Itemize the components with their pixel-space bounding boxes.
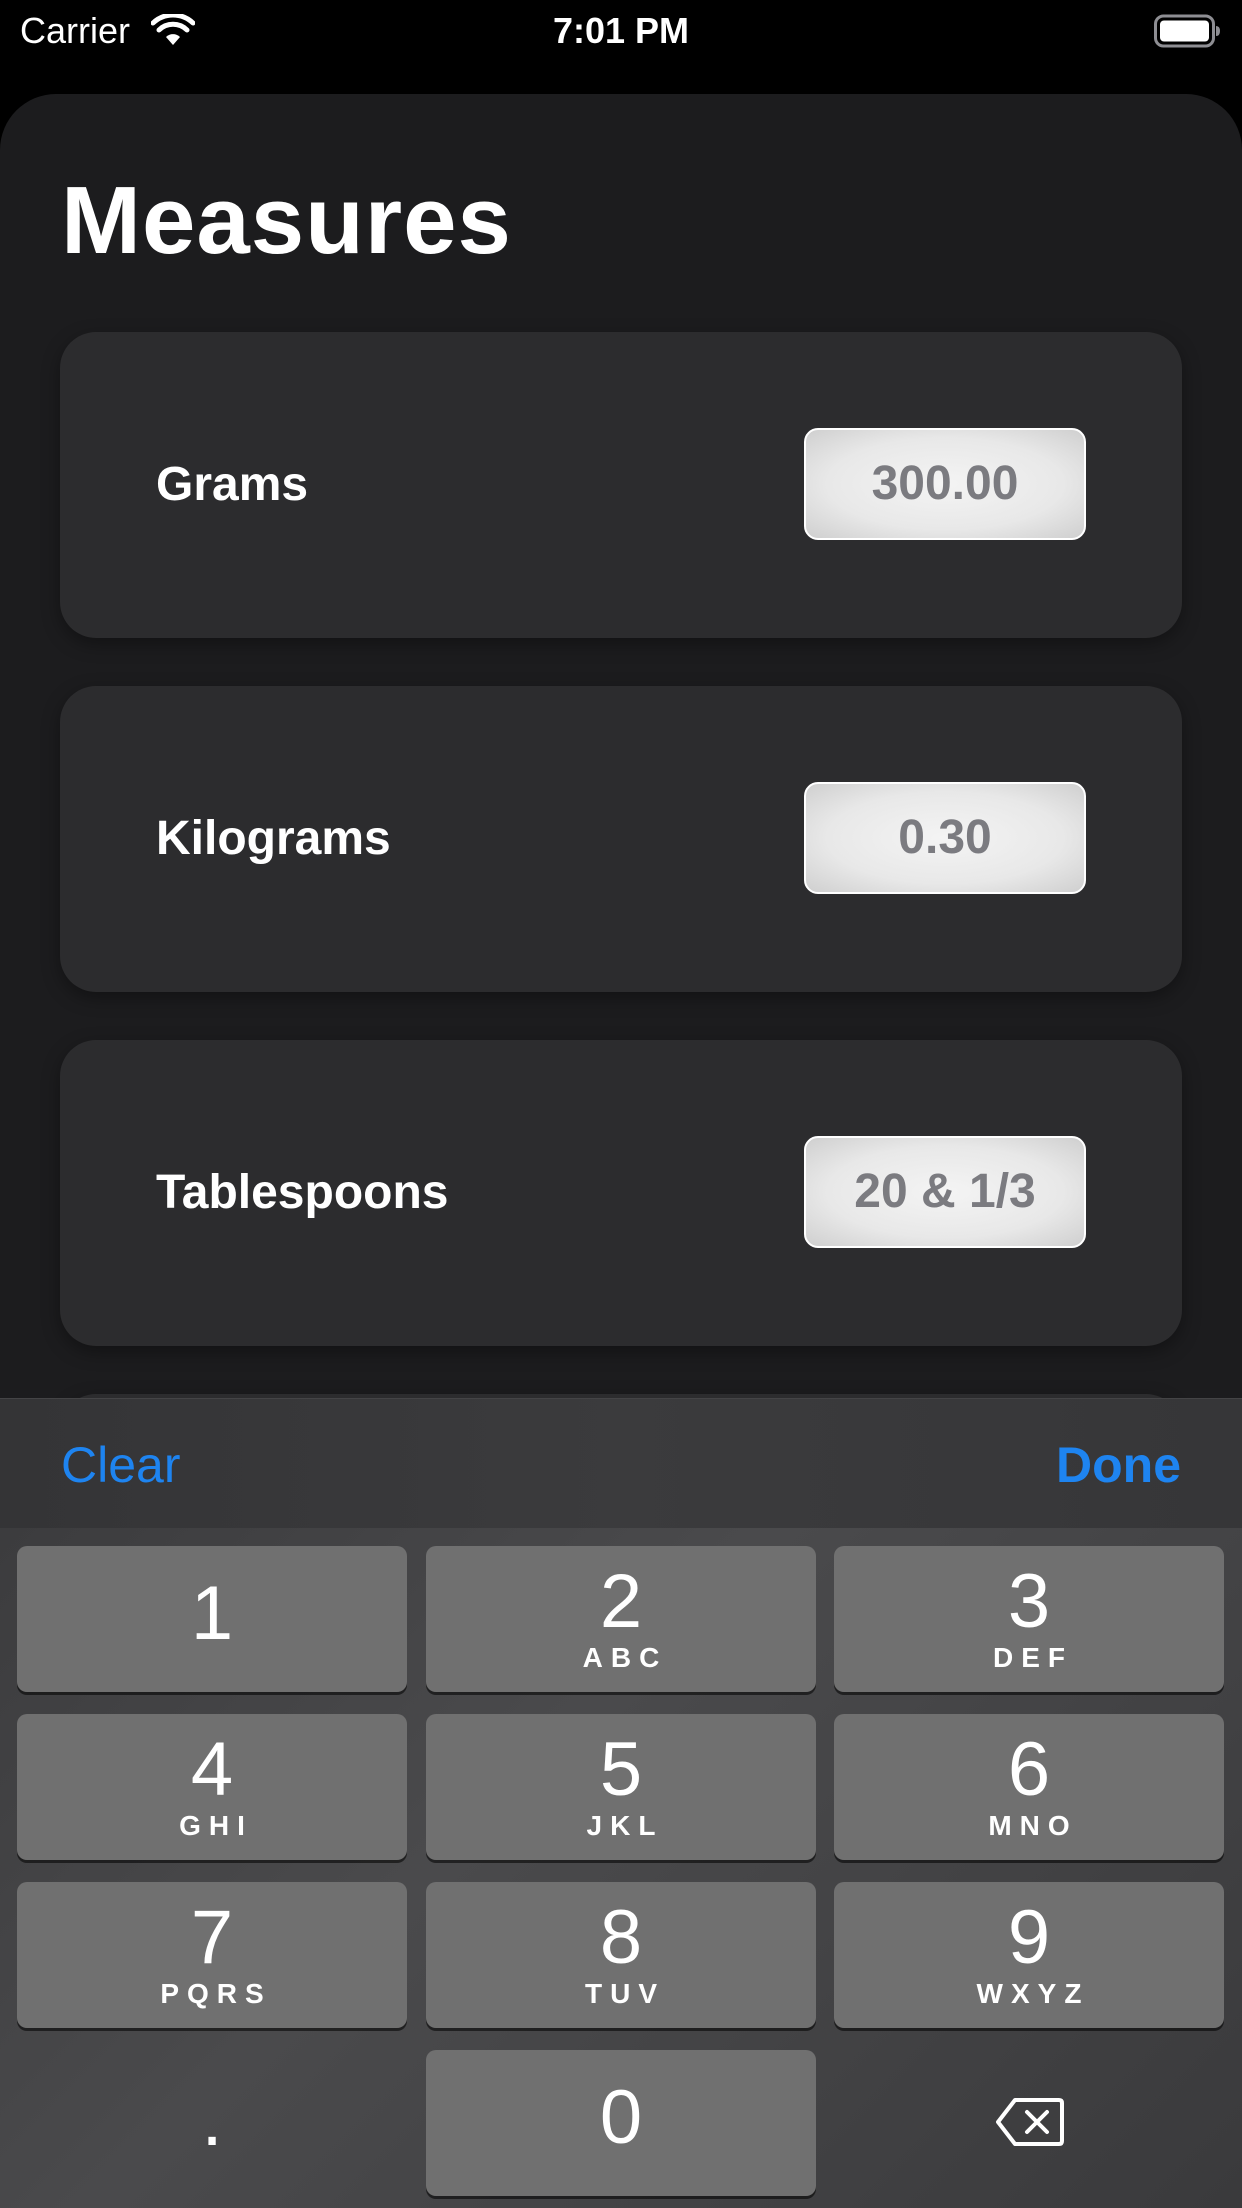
key-letters: MNO [988,1810,1078,1841]
grams-value-field[interactable]: 300.00 [804,428,1086,540]
key-digit: 2 [599,1559,643,1644]
measure-card-kilograms: Kilograms 0.30 [60,686,1182,992]
key-letters: JKL [586,1810,664,1841]
key-3[interactable]: 3 DEF [834,1546,1224,1692]
kilograms-value-field[interactable]: 0.30 [804,782,1086,894]
key-digit: 7 [190,1895,234,1980]
measure-label: Kilograms [156,812,391,865]
key-digit: 5 [599,1727,643,1812]
key-letters: GHI [179,1810,253,1841]
key-digit: 9 [1007,1895,1051,1980]
key-digit: . [201,2077,223,2162]
key-2[interactable]: 2 ABC [426,1546,816,1692]
key-6[interactable]: 6 MNO [834,1714,1224,1860]
measure-label: Grams [156,458,309,511]
key-letters: ABC [582,1642,668,1673]
key-8[interactable]: 8 TUV [426,1882,816,2028]
done-button[interactable]: Done [1056,1435,1181,1495]
keypad: 1 2 ABC 3 DEF 4 GHI 5 JKL 6 MNO 7 PQRS 8… [0,1528,1242,2208]
tablespoons-value-field[interactable]: 20 & 1/3 [804,1136,1086,1248]
numeric-keyboard: Clear Done 1 2 ABC 3 DEF 4 GHI 5 JKL 6 M… [0,1398,1242,2208]
key-letters: DEF [993,1642,1073,1673]
key-decimal[interactable]: . [17,2050,407,2196]
battery-icon [1154,14,1220,48]
measure-card-tablespoons: Tablespoons 20 & 1/3 [60,1040,1182,1346]
key-4[interactable]: 4 GHI [17,1714,407,1860]
status-time: 7:01 PM [552,10,690,51]
clear-button[interactable]: Clear [61,1435,180,1495]
key-letters: WXYZ [976,1978,1090,2009]
measure-label: Tablespoons [156,1166,449,1219]
key-digit: 0 [599,2075,643,2160]
measure-card-grams: Grams 300.00 [60,332,1182,638]
key-digit: 1 [190,1571,234,1656]
key-digit: 3 [1007,1559,1051,1644]
status-bar: Carrier 7:01 PM [0,0,1242,62]
keyboard-toolbar: Clear Done [0,1398,1242,1528]
app-screen: Carrier 7:01 PM Measures Grams 300.00 Ki… [0,0,1242,2208]
key-letters: TUV [585,1978,665,2009]
key-digit: 6 [1007,1727,1051,1812]
key-digit: 4 [190,1727,234,1812]
key-delete[interactable] [834,2050,1224,2196]
key-letters: PQRS [160,1978,272,2009]
key-1[interactable]: 1 [17,1546,407,1692]
key-5[interactable]: 5 JKL [426,1714,816,1860]
key-0[interactable]: 0 [426,2050,816,2196]
key-digit: 8 [599,1895,643,1980]
key-9[interactable]: 9 WXYZ [834,1882,1224,2028]
page-title: Measures [61,167,512,274]
backspace-icon [996,2098,1064,2146]
key-7[interactable]: 7 PQRS [17,1882,407,2028]
